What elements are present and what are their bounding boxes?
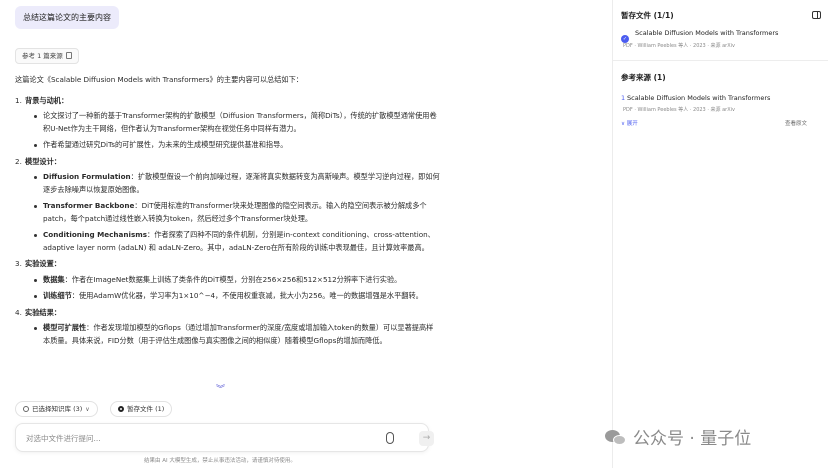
temp-file-meta: PDF · William Peebles 等人 · 2023 · 来源 arX…: [623, 43, 735, 49]
list-item-term: 模型可扩展性: [43, 323, 87, 332]
radio-selected-icon: [118, 406, 124, 412]
source-meta: PDF · William Peebles 等人 · 2023 · 来源 arX…: [623, 107, 735, 113]
chevron-down-icon: ∨: [85, 406, 90, 413]
reference-chip[interactable]: 参考 1 篇来源: [15, 48, 79, 64]
list-item-text: ：作者在ImageNet数据集上训练了类条件的DiT模型，分别在256×256和…: [64, 274, 402, 284]
section-number: 1.: [15, 95, 22, 105]
section-title: 3. 实验设置：: [15, 258, 440, 271]
list-item-term: Conditioning Mechanisms: [43, 230, 148, 239]
list-item-text: ：作者发现增加模型的Gflops（通过增加Transformer的深度/宽度或增…: [43, 323, 434, 345]
source-title: Scalable Diffusion Models with Transform…: [627, 94, 771, 102]
list-item-text: 论文探讨了一种新的基于Transformer架构的扩散模型（Diffusion …: [43, 111, 437, 133]
list-item-term: Diffusion Formulation: [43, 172, 131, 181]
section-number: 3.: [15, 259, 22, 268]
list-item-text: 作者希望通过研究DiTs的可扩展性，为未来的生成模型研究提供基准和指导。: [43, 140, 288, 149]
section-number: 4.: [15, 307, 22, 317]
ai-disclaimer: 结果由 AI 大模型生成，禁止从事违法活动，请谨慎对待使用。: [144, 458, 296, 464]
section-title: 4. 实验结果：: [15, 307, 440, 320]
document-icon: [65, 52, 72, 59]
reference-sources-title: 参考来源 (1): [621, 73, 666, 82]
wechat-icon: [605, 429, 627, 447]
answer-sections: 1. 背景与动机： 论文探讨了一种新的基于Transformer架构的扩散模型（Di…: [15, 95, 440, 348]
watermark: 公众号 · 量子位: [605, 424, 805, 449]
expand-button[interactable]: ∨ 展开: [621, 119, 638, 127]
list-item: 训练细节：使用AdamW优化器，学习率为1×10^−4，不使用权重衰减，批大小为…: [34, 290, 440, 303]
sidebar: 暂存文件 (1/1) ✓ Scalable Diffusion Models w…: [612, 0, 828, 468]
send-button[interactable]: →: [419, 431, 434, 446]
watermark-text: 公众号 · 量子位: [633, 429, 752, 449]
answer-intro: 这篇论文《Scalable Diffusion Models with Tran…: [15, 75, 303, 84]
user-message-bubble: 总结这篇论文的主要内容: [15, 6, 119, 29]
list-item-term: Transformer Backbone: [43, 201, 135, 210]
section-title-text: 背景与动机：: [25, 95, 69, 105]
section-title: 1. 背景与动机：: [15, 95, 440, 108]
view-original-button[interactable]: 查看原文: [785, 119, 807, 127]
section-title-text: 实验结果：: [25, 307, 61, 317]
answer-section: 2. 模型设计： Diffusion Formulation：扩散模型假设一个前向加…: [15, 156, 440, 255]
list-item: 论文探讨了一种新的基于Transformer架构的扩散模型（Diffusion …: [34, 110, 440, 135]
section-title-text: 实验设置：: [25, 259, 61, 268]
sidebar-divider: [613, 60, 828, 61]
section-items: 数据集：作者在ImageNet数据集上训练了类条件的DiT模型，分别在256×2…: [25, 274, 440, 303]
list-item-text: ：使用AdamW优化器，学习率为1×10^−4，不使用权重衰减，批大小为256。…: [71, 291, 423, 300]
knowledge-base-label: 已选择知识库 (3): [32, 405, 83, 413]
section-title: 2. 模型设计：: [15, 156, 440, 169]
reference-chip-label: 参考 1 篇来源: [22, 52, 63, 60]
answer-section: 4. 实验结果： 模型可扩展性：作者发现增加模型的Gflops（通过增加Transf…: [15, 307, 440, 348]
list-item: Diffusion Formulation：扩散模型假设一个前向加噪过程，逐渐将…: [34, 171, 440, 196]
source-number: 1: [621, 94, 626, 102]
section-items: Diffusion Formulation：扩散模型假设一个前向加噪过程，逐渐将…: [25, 171, 440, 254]
section-number: 2.: [15, 156, 22, 166]
question-input[interactable]: [26, 431, 366, 446]
radio-icon: [23, 406, 29, 412]
temp-files-selector[interactable]: 暂存文件 (1): [110, 401, 173, 417]
section-items: 论文探讨了一种新的基于Transformer架构的扩散模型（Diffusion …: [25, 110, 440, 152]
list-item-term: 数据集: [43, 274, 65, 284]
attach-icon[interactable]: [386, 432, 394, 444]
section-items: 模型可扩展性：作者发现增加模型的Gflops（通过增加Transformer的深…: [25, 322, 440, 347]
panel-toggle-icon[interactable]: [812, 11, 821, 19]
list-item-term: 训练细节: [43, 291, 72, 300]
answer-section: 1. 背景与动机： 论文探讨了一种新的基于Transformer架构的扩散模型（Di…: [15, 95, 440, 152]
knowledge-base-selector[interactable]: 已选择知识库 (3) ∨: [15, 401, 98, 417]
list-item: 作者希望通过研究DiTs的可扩展性，为未来的生成模型研究提供基准和指导。: [34, 139, 440, 152]
temp-file-title: Scalable Diffusion Models with Transform…: [635, 29, 779, 37]
list-item: 模型可扩展性：作者发现增加模型的Gflops（通过增加Transformer的深…: [34, 322, 440, 347]
list-item: Transformer Backbone：DiT使用标准的Transformer…: [34, 200, 440, 225]
list-item: Conditioning Mechanisms：作者探索了四种不同的条件机制，分…: [34, 229, 440, 254]
chat-input-box: →: [15, 423, 434, 452]
chat-panel: 总结这篇论文的主要内容 参考 1 篇来源 这篇论文《Scalable Diffu…: [0, 0, 612, 468]
answer-content: 这篇论文《Scalable Diffusion Models with Tran…: [15, 70, 440, 396]
temp-files-title: 暂存文件 (1/1): [621, 11, 674, 20]
answer-section: 3. 实验设置： 数据集：作者在ImageNet数据集上训练了类条件的DiT模型，分…: [15, 258, 440, 303]
list-item: 数据集：作者在ImageNet数据集上训练了类条件的DiT模型，分别在256×2…: [34, 274, 440, 287]
scroll-down-icon[interactable]: ︾: [216, 386, 225, 395]
section-title-text: 模型设计：: [25, 156, 61, 166]
content-fade: [0, 370, 450, 400]
temp-files-label: 暂存文件 (1): [127, 405, 165, 413]
